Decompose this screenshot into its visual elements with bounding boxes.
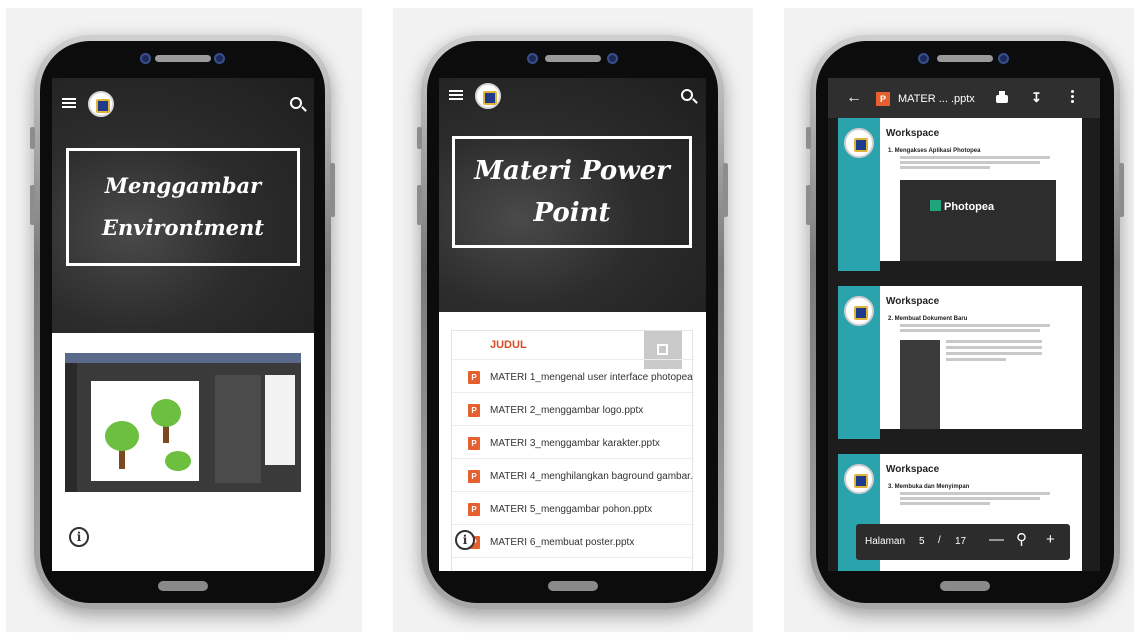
column-header-judul[interactable]: JUDUL (490, 339, 527, 351)
home-button[interactable] (940, 581, 990, 591)
pptx-file-icon: P (468, 437, 480, 450)
photopea-logo-text: Photopea (944, 201, 995, 213)
page-label: Halaman (865, 536, 906, 547)
page-title-box: Materi Power Point (452, 136, 692, 248)
file-name: MATERI 2_menggambar logo.pptx (490, 405, 644, 416)
total-pages: 17 (955, 536, 967, 547)
file-row[interactable]: P MATERI 3_menggambar karakter.pptx (452, 425, 694, 458)
file-row (452, 557, 694, 571)
search-icon[interactable] (681, 89, 693, 101)
pptx-file-icon: P (468, 470, 480, 483)
sensor-icon (998, 53, 1009, 64)
earpiece (154, 55, 211, 62)
zoom-in-icon[interactable]: + (1046, 531, 1055, 548)
page-title-line2: Point (533, 198, 611, 228)
file-row[interactable]: P MATERI 1_mengenal user interface photo… (452, 359, 694, 392)
file-name: MATERI 4_menghilangkan baground gambar. (490, 471, 693, 482)
page-title-line2: Environtment (101, 215, 265, 240)
site-header: Menggambar Environtment (52, 78, 314, 333)
camera-icon (140, 53, 151, 64)
more-options-icon[interactable] (1071, 90, 1074, 104)
camera-icon (918, 53, 929, 64)
slide-heading: Workspace (886, 464, 940, 475)
sensor-icon (607, 53, 618, 64)
file-row[interactable]: P MATERI 6_membuat poster.pptx (452, 524, 694, 557)
file-list: JUDUL P MATERI 1_mengenal user interface… (451, 330, 694, 571)
school-seal (844, 128, 874, 158)
screen-3: ← P MATER ... .pptx ↧ Workspace 1. Menga… (828, 78, 1100, 571)
pptx-file-icon: P (468, 404, 480, 417)
print-icon[interactable] (996, 91, 1008, 103)
page-title-line1: Menggambar (104, 173, 262, 198)
zoom-magnifier-icon[interactable]: ⚲ (1016, 530, 1027, 548)
info-icon[interactable]: i (455, 530, 475, 550)
slide-step: 3. Membuka dan Menyimpan (888, 484, 970, 490)
sensor-icon (214, 53, 225, 64)
current-page[interactable]: 5 (919, 536, 925, 547)
page-indicator: Halaman 5 / 17 — ⚲ + (856, 524, 1070, 560)
page-title-line1: Materi Power (474, 156, 670, 186)
page-title-box: Menggambar Environtment (66, 148, 300, 266)
hamburger-menu-icon[interactable] (449, 90, 463, 100)
file-name: MATERI 6_membuat poster.pptx (490, 537, 635, 548)
school-logo[interactable] (475, 83, 501, 109)
school-logo[interactable] (88, 91, 114, 117)
page-separator: / (938, 535, 941, 546)
file-row[interactable]: P MATERI 2_menggambar logo.pptx (452, 392, 694, 425)
zoom-out-icon[interactable]: — (989, 531, 1004, 548)
photopea-screenshot: Photopea (900, 180, 1056, 268)
viewer-toolbar: ← P MATER ... .pptx ↧ (828, 78, 1100, 118)
back-arrow-icon[interactable]: ← (846, 89, 862, 107)
file-name: MATERI 5_menggambar pohon.pptx (490, 504, 653, 515)
pptx-file-icon: P (468, 503, 480, 516)
new-document-dialog (900, 340, 940, 432)
screen-2: Materi Power Point JUDUL P MATERI 1_meng… (439, 78, 706, 571)
file-row[interactable]: P MATERI 5_menggambar pohon.pptx (452, 491, 694, 524)
hamburger-menu-icon[interactable] (62, 98, 76, 108)
file-row[interactable]: P MATERI 4_menghilangkan baground gambar… (452, 458, 694, 491)
screen-1: Menggambar Environtment i (52, 78, 314, 571)
info-icon[interactable]: i (69, 527, 89, 547)
file-name: MATERI 1_mengenal user interface photope… (490, 372, 693, 383)
earpiece (937, 55, 993, 62)
slide-thumbnail[interactable]: Workspace 1. Mengakses Aplikasi Photopea… (838, 118, 1082, 271)
slide-thumbnail[interactable]: Workspace 2. Membuat Dokument Baru (838, 286, 1082, 439)
document-title: MATER ... .pptx (898, 93, 975, 105)
home-button[interactable] (547, 581, 598, 591)
slide-step: 2. Membuat Dokument Baru (888, 316, 968, 322)
earpiece (544, 55, 601, 62)
slide-step: 1. Mengakses Aplikasi Photopea (888, 148, 981, 154)
school-seal (844, 464, 874, 494)
site-header: Materi Power Point (439, 78, 706, 312)
pptx-file-icon: P (468, 371, 480, 384)
file-name: MATERI 3_menggambar karakter.pptx (490, 438, 660, 449)
slide-heading: Workspace (886, 296, 940, 307)
school-seal (844, 296, 874, 326)
pptx-file-icon: P (876, 92, 890, 106)
open-external-icon (657, 344, 668, 355)
embedded-screenshot[interactable] (65, 353, 301, 492)
camera-icon (527, 53, 538, 64)
search-icon[interactable] (290, 97, 302, 109)
home-button[interactable] (157, 581, 208, 591)
download-icon[interactable]: ↧ (1031, 90, 1042, 106)
slide-heading: Workspace (886, 128, 940, 139)
